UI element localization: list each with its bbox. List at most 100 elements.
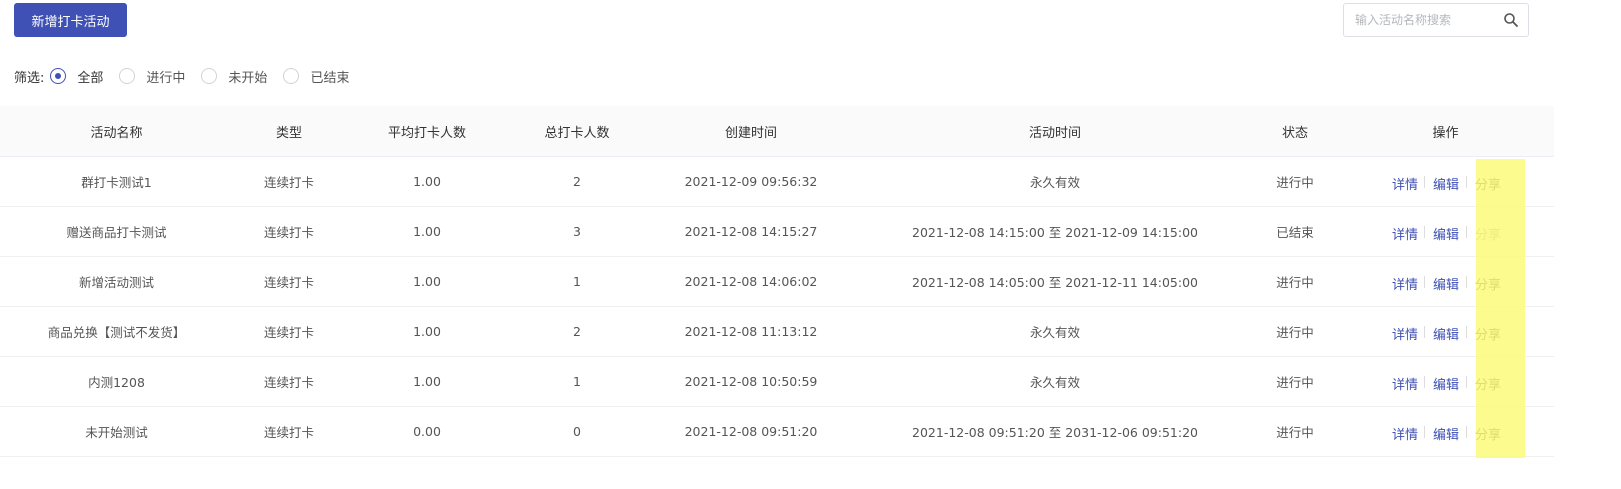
action-divider bbox=[1424, 376, 1425, 388]
table-body: 群打卡测试1 连续打卡 1.00 2 2021-12-09 09:56:32 永久有效 进行… bbox=[0, 157, 1554, 457]
cell-created: 2021-12-08 10:50:59 bbox=[684, 374, 818, 389]
detail-link[interactable]: 详情 bbox=[1392, 424, 1418, 443]
detail-link[interactable]: 详情 bbox=[1392, 274, 1418, 293]
column-header-avg: 平均打卡人数 bbox=[387, 125, 466, 141]
cell-type: 连续打卡 bbox=[263, 425, 314, 440]
add-checkin-activity-button[interactable]: 新增打卡活动 bbox=[14, 3, 127, 37]
action-divider bbox=[1466, 176, 1467, 188]
share-link[interactable]: 分享 bbox=[1475, 424, 1501, 443]
filter-option-label: 全部 bbox=[77, 70, 104, 86]
cell-name: 群打卡测试1 bbox=[81, 175, 152, 190]
column-header-total: 总打卡人数 bbox=[544, 125, 610, 141]
action-divider bbox=[1424, 176, 1425, 188]
edit-link[interactable]: 编辑 bbox=[1433, 174, 1459, 193]
table-header: 活动名称 类型 平均打卡人数 总打卡人数 创建时间 活动时间 状态 操作 bbox=[0, 106, 1554, 157]
table-row: 内测1208 连续打卡 1.00 1 2021-12-08 10:50:59 永久有效 进行… bbox=[0, 357, 1554, 407]
cell-type: 连续打卡 bbox=[263, 225, 314, 240]
filter-option-in-progress[interactable]: 进行中 bbox=[119, 67, 185, 86]
cell-actions: 详情 编辑 分享 bbox=[1337, 357, 1554, 406]
row-actions: 详情 编辑 分享 bbox=[1337, 357, 1554, 407]
radio-unchecked-icon[interactable] bbox=[119, 68, 136, 84]
detail-link[interactable]: 详情 bbox=[1392, 374, 1418, 393]
detail-link[interactable]: 详情 bbox=[1392, 324, 1418, 343]
cell-total: 0 bbox=[573, 424, 581, 439]
search-input[interactable] bbox=[1344, 4, 1494, 36]
detail-link[interactable]: 详情 bbox=[1392, 174, 1418, 193]
column-header-period: 活动时间 bbox=[1028, 125, 1081, 141]
column-header-type: 类型 bbox=[275, 125, 302, 141]
cell-created: 2021-12-08 09:51:20 bbox=[684, 424, 818, 439]
cell-period: 永久有效 bbox=[1029, 175, 1080, 190]
column-header-actions: 操作 bbox=[1432, 125, 1459, 141]
edit-link[interactable]: 编辑 bbox=[1433, 424, 1459, 443]
column-header-status: 状态 bbox=[1281, 125, 1308, 141]
cell-name: 商品兑换【测试不发货】 bbox=[47, 325, 186, 340]
cell-avg: 1.00 bbox=[413, 224, 441, 239]
cell-total: 2 bbox=[573, 174, 581, 189]
radio-unchecked-icon[interactable] bbox=[201, 68, 218, 84]
action-divider bbox=[1424, 426, 1425, 438]
cell-type: 连续打卡 bbox=[263, 375, 314, 390]
cell-actions: 详情 编辑 分享 bbox=[1337, 257, 1554, 306]
cell-type: 连续打卡 bbox=[263, 325, 314, 340]
cell-period: 2021-12-08 14:05:00 至 2021-12-11 14:05:0… bbox=[912, 275, 1198, 290]
action-divider bbox=[1466, 426, 1467, 438]
column-header-name: 活动名称 bbox=[90, 125, 143, 141]
action-divider bbox=[1466, 326, 1467, 338]
cell-type: 连续打卡 bbox=[263, 175, 314, 190]
radio-unchecked-icon[interactable] bbox=[283, 68, 300, 84]
cell-status: 进行中 bbox=[1276, 375, 1314, 390]
action-divider bbox=[1466, 276, 1467, 288]
search-icon[interactable] bbox=[1503, 12, 1519, 28]
filter-label: 筛选: bbox=[14, 70, 45, 86]
table-row: 商品兑换【测试不发货】 连续打卡 1.00 2 2021-12-08 11:13:12 永… bbox=[0, 307, 1554, 357]
share-link[interactable]: 分享 bbox=[1475, 374, 1501, 393]
cell-period: 2021-12-08 14:15:00 至 2021-12-09 14:15:0… bbox=[912, 225, 1198, 240]
table-row: 群打卡测试1 连续打卡 1.00 2 2021-12-09 09:56:32 永久有效 进行… bbox=[0, 157, 1554, 207]
cell-avg: 0.00 bbox=[413, 424, 441, 439]
cell-total: 2 bbox=[573, 324, 581, 339]
cell-status: 进行中 bbox=[1276, 325, 1314, 340]
row-actions: 详情 编辑 分享 bbox=[1337, 307, 1554, 357]
cell-created: 2021-12-08 14:06:02 bbox=[684, 274, 818, 289]
filter-option-label: 未开始 bbox=[228, 70, 268, 86]
cell-name: 内测1208 bbox=[88, 375, 145, 390]
row-actions: 详情 编辑 分享 bbox=[1337, 157, 1554, 207]
share-link[interactable]: 分享 bbox=[1475, 224, 1501, 243]
share-link[interactable]: 分享 bbox=[1475, 324, 1501, 343]
table-row: 新增活动测试 连续打卡 1.00 1 2021-12-08 14:06:02 2021-1… bbox=[0, 257, 1554, 307]
table-row: 未开始测试 连续打卡 0.00 0 2021-12-08 09:51:20 2021-12… bbox=[0, 407, 1554, 457]
detail-link[interactable]: 详情 bbox=[1392, 224, 1418, 243]
cell-avg: 1.00 bbox=[413, 324, 441, 339]
edit-link[interactable]: 编辑 bbox=[1433, 274, 1459, 293]
radio-checked-icon[interactable] bbox=[50, 68, 67, 84]
cell-total: 1 bbox=[573, 374, 581, 389]
edit-link[interactable]: 编辑 bbox=[1433, 224, 1459, 243]
edit-link[interactable]: 编辑 bbox=[1433, 324, 1459, 343]
share-link[interactable]: 分享 bbox=[1475, 174, 1501, 193]
action-divider bbox=[1424, 326, 1425, 338]
filter-option-all[interactable]: 全部 bbox=[50, 67, 103, 86]
filter-option-ended[interactable]: 已结束 bbox=[283, 67, 349, 86]
filter-option-label: 已结束 bbox=[310, 70, 350, 86]
filter-option-not-started[interactable]: 未开始 bbox=[201, 67, 267, 86]
cell-total: 1 bbox=[573, 274, 581, 289]
cell-actions: 详情 编辑 分享 bbox=[1337, 407, 1554, 456]
cell-period: 永久有效 bbox=[1029, 375, 1080, 390]
row-actions: 详情 编辑 分享 bbox=[1337, 407, 1554, 457]
cell-status: 进行中 bbox=[1276, 425, 1314, 440]
cell-avg: 1.00 bbox=[413, 374, 441, 389]
cell-status: 已结束 bbox=[1276, 225, 1314, 240]
cell-avg: 1.00 bbox=[413, 274, 441, 289]
status-filter: 筛选: 全部 进行中 未开始 已结束 bbox=[14, 66, 365, 86]
cell-avg: 1.00 bbox=[413, 174, 441, 189]
column-header-created: 创建时间 bbox=[724, 125, 777, 141]
row-actions: 详情 编辑 分享 bbox=[1337, 207, 1554, 257]
edit-link[interactable]: 编辑 bbox=[1433, 374, 1459, 393]
filter-option-label: 进行中 bbox=[146, 70, 186, 86]
table-row: 赠送商品打卡测试 连续打卡 1.00 3 2021-12-08 14:15:27 2021… bbox=[0, 207, 1554, 257]
cell-name: 赠送商品打卡测试 bbox=[66, 225, 167, 240]
share-link[interactable]: 分享 bbox=[1475, 274, 1501, 293]
scrollbar-track[interactable] bbox=[1554, 0, 1568, 489]
cell-created: 2021-12-09 09:56:32 bbox=[684, 174, 818, 189]
